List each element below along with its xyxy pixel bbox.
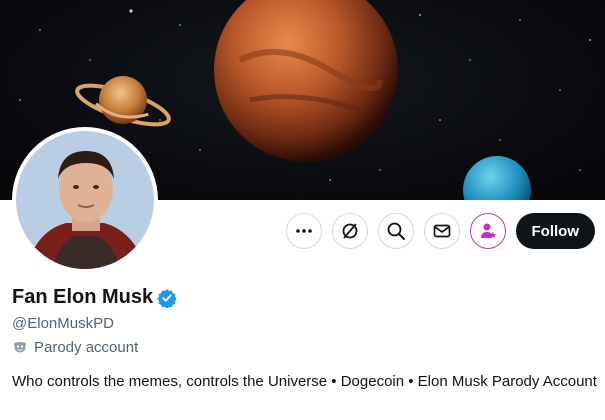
message-icon bbox=[433, 224, 450, 238]
avatar-photo bbox=[16, 131, 154, 269]
search-button[interactable] bbox=[377, 213, 414, 249]
search-icon bbox=[387, 222, 405, 240]
message-button[interactable] bbox=[423, 213, 460, 249]
grok-icon bbox=[342, 223, 357, 239]
grok-button[interactable] bbox=[331, 213, 368, 249]
theater-mask-icon bbox=[12, 340, 28, 356]
profile-avatar[interactable] bbox=[12, 127, 158, 273]
parody-label-text: Parody account bbox=[34, 339, 139, 356]
profile-actions: Follow bbox=[276, 211, 595, 251]
verified-badge[interactable] bbox=[157, 288, 177, 308]
more-icon bbox=[295, 229, 312, 233]
user-handle: @ElonMuskPD bbox=[12, 315, 114, 332]
notification-person-icon bbox=[480, 223, 496, 238]
more-button[interactable] bbox=[285, 213, 322, 249]
display-name: Fan Elon Musk bbox=[12, 286, 154, 308]
verified-check-icon bbox=[157, 288, 177, 308]
notifications-button[interactable] bbox=[469, 213, 506, 249]
display-name-row: Fan Elon Musk bbox=[12, 286, 177, 309]
profile-bio: Who controls the memes, controls the Uni… bbox=[12, 373, 597, 390]
parody-label: Parody account bbox=[12, 339, 138, 356]
follow-button[interactable]: Follow bbox=[515, 213, 595, 249]
